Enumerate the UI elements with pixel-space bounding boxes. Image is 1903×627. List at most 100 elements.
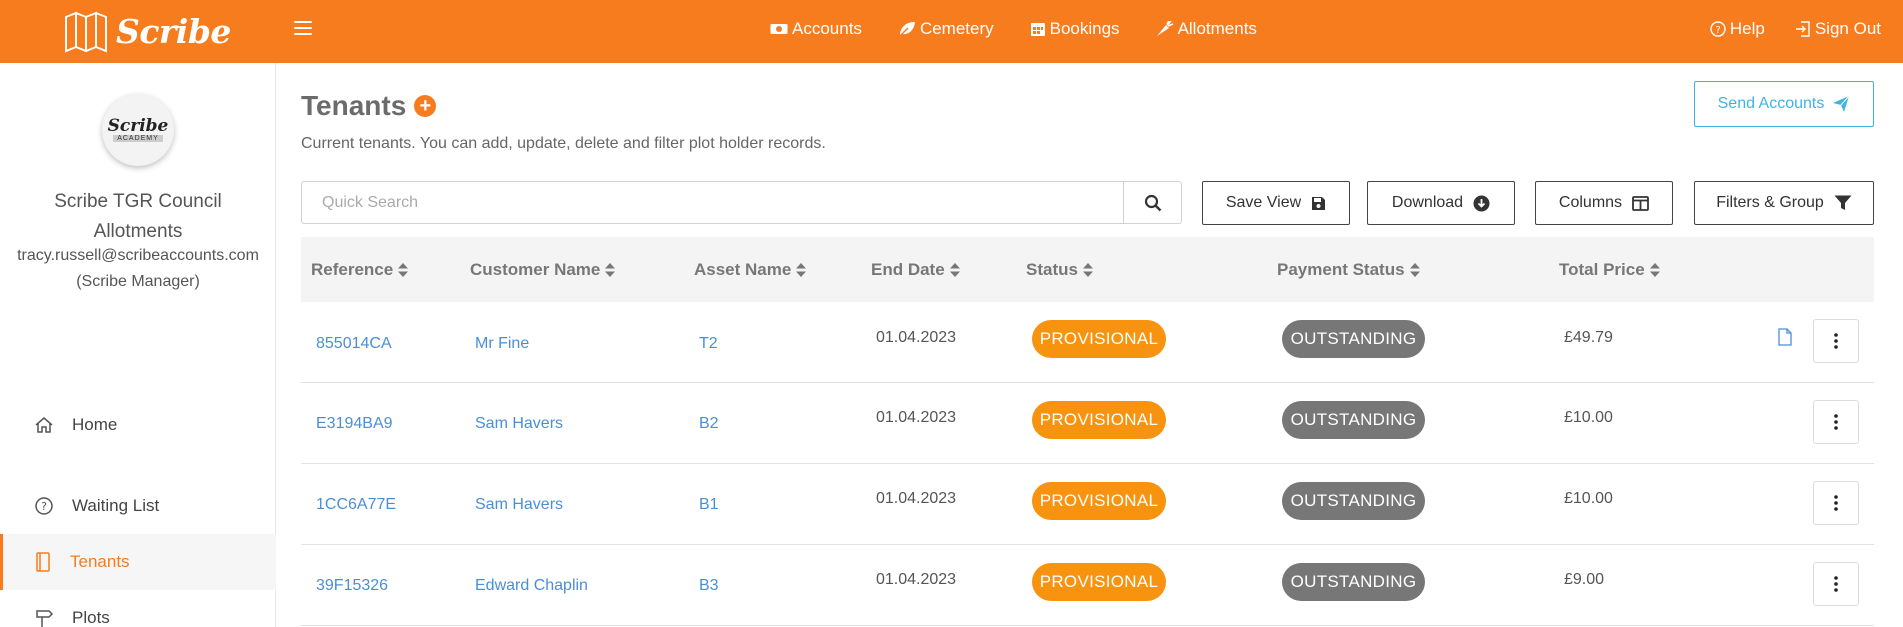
add-tenant-button[interactable]: + (414, 95, 437, 117)
sidebar-item-label: Home (72, 415, 118, 434)
asset-link[interactable]: B2 (699, 415, 719, 433)
nav-help-label: Help (1729, 18, 1765, 38)
end-date: 01.04.2023 (876, 329, 957, 346)
nav-sign-out[interactable]: Sign Out (1795, 19, 1881, 39)
search-input[interactable] (302, 182, 1123, 223)
column-header-label: Asset Name (694, 259, 792, 279)
nav-cemetery[interactable]: Cemetery (898, 19, 994, 39)
sidebar-item-label: Waiting List (72, 496, 160, 515)
filters-label: Filters & Group (1716, 194, 1824, 211)
sidebar-item-tenants[interactable]: Tenants (0, 534, 276, 590)
nav-allotments-label: Allotments (1177, 18, 1257, 38)
quick-search (301, 181, 1182, 224)
columns-icon (1632, 195, 1649, 211)
customer-link[interactable]: Mr Fine (475, 335, 529, 353)
reference-link[interactable]: E3194BA9 (316, 415, 393, 433)
nav-accounts[interactable]: Accounts (770, 19, 862, 39)
total-price: £10.00 (1564, 490, 1613, 507)
payment-status-badge: OUTSTANDING (1282, 401, 1425, 439)
tenants-table: Reference Customer Name Asset Name End D… (301, 237, 1874, 626)
columns-button[interactable]: Columns (1535, 181, 1673, 225)
sort-icon (1649, 262, 1660, 277)
row-actions-button[interactable] (1813, 400, 1859, 444)
search-icon (1144, 194, 1161, 211)
end-date: 01.04.2023 (876, 571, 957, 588)
table-row: 39F15326 Edward Chaplin B3 01.04.2023 PR… (301, 545, 1874, 626)
row-actions-button[interactable] (1813, 481, 1859, 525)
send-accounts-label: Send Accounts (1717, 95, 1825, 112)
asset-link[interactable]: B1 (699, 496, 719, 514)
page-title-group: Tenants + (301, 90, 437, 122)
floppy-disk-icon (1312, 196, 1326, 210)
nav-help[interactable]: ? Help (1710, 19, 1765, 39)
column-header-total-price[interactable]: Total Price (1559, 237, 1661, 302)
reference-link[interactable]: 1CC6A77E (316, 496, 396, 514)
reference-link[interactable]: 39F15326 (316, 577, 388, 595)
reference-link[interactable]: 855014CA (316, 335, 392, 353)
sidebar-item-plots[interactable]: Plots (0, 590, 276, 627)
filters-group-button[interactable]: Filters & Group (1694, 181, 1874, 225)
page-title: Tenants (301, 90, 407, 121)
status-badge: PROVISIONAL (1032, 563, 1166, 601)
column-header-customer-name[interactable]: Customer Name (470, 237, 616, 302)
menu-toggle-button[interactable] (292, 18, 314, 38)
question-circle-icon: ? (35, 497, 53, 515)
column-header-status[interactable]: Status (1026, 237, 1094, 302)
customer-link[interactable]: Edward Chaplin (475, 577, 588, 595)
send-accounts-button[interactable]: Send Accounts (1694, 81, 1874, 127)
nav-allotments[interactable]: Allotments (1156, 19, 1257, 39)
nav-sign-out-label: Sign Out (1814, 18, 1881, 38)
sidebar-item-waiting-list[interactable]: ? Waiting List (0, 478, 276, 534)
column-header-label: Payment Status (1277, 259, 1405, 279)
vertical-dots-icon (1834, 576, 1838, 592)
document-icon[interactable] (1778, 328, 1792, 346)
column-header-end-date[interactable]: End Date (871, 237, 961, 302)
sidebar-item-home[interactable]: Home (0, 397, 276, 453)
status-badge: PROVISIONAL (1032, 320, 1166, 358)
column-header-payment-status[interactable]: Payment Status (1277, 237, 1421, 302)
scribe-logo[interactable]: Scribe (62, 8, 231, 54)
user-role: (Scribe Manager) (76, 273, 200, 290)
row-actions-button[interactable] (1813, 319, 1859, 363)
org-name-line2: Allotments (93, 221, 183, 242)
page-subtitle: Current tenants. You can add, update, de… (301, 135, 826, 152)
sidebar-item-label: Plots (72, 608, 110, 627)
calendar-icon (1030, 22, 1045, 36)
nav-cemetery-label: Cemetery (919, 18, 994, 38)
vertical-dots-icon (1834, 414, 1838, 430)
user-nav: ? Help Sign Out (1680, 0, 1881, 57)
end-date: 01.04.2023 (876, 490, 957, 507)
book-logo-icon (65, 11, 107, 53)
sort-icon (796, 262, 807, 277)
filter-funnel-icon (1834, 195, 1852, 210)
columns-label: Columns (1558, 194, 1623, 211)
search-button[interactable] (1123, 182, 1181, 223)
sort-icon (605, 262, 616, 277)
asset-link[interactable]: T2 (699, 335, 718, 353)
vertical-dots-icon (1834, 495, 1838, 511)
column-header-label: Customer Name (470, 259, 601, 279)
nav-accounts-label: Accounts (792, 18, 862, 38)
save-view-label: Save View (1225, 194, 1302, 211)
asset-link[interactable]: B3 (699, 577, 719, 595)
download-label: Download (1391, 194, 1464, 211)
download-button[interactable]: Download (1367, 181, 1515, 225)
customer-link[interactable]: Sam Havers (475, 496, 563, 514)
org-name: Scribe TGR Council Allotments (0, 187, 276, 247)
question-circle-icon: ? (1710, 20, 1726, 37)
status-badge: PROVISIONAL (1032, 401, 1166, 439)
nav-bookings[interactable]: Bookings (1030, 19, 1120, 39)
nav-bookings-label: Bookings (1049, 18, 1120, 38)
save-view-button[interactable]: Save View (1202, 181, 1350, 225)
column-header-reference[interactable]: Reference (311, 237, 409, 302)
total-price: £49.79 (1564, 329, 1613, 346)
book-icon (36, 552, 50, 572)
main-nav: Accounts Cemetery Bookings Allotments (770, 0, 1293, 57)
column-header-label: Total Price (1559, 259, 1645, 279)
total-price: £9.00 (1564, 571, 1605, 588)
leaf-icon (899, 21, 915, 37)
customer-link[interactable]: Sam Havers (475, 415, 563, 433)
row-actions-button[interactable] (1813, 562, 1859, 606)
payment-status-badge: OUTSTANDING (1282, 482, 1425, 520)
column-header-asset-name[interactable]: Asset Name (694, 237, 807, 302)
